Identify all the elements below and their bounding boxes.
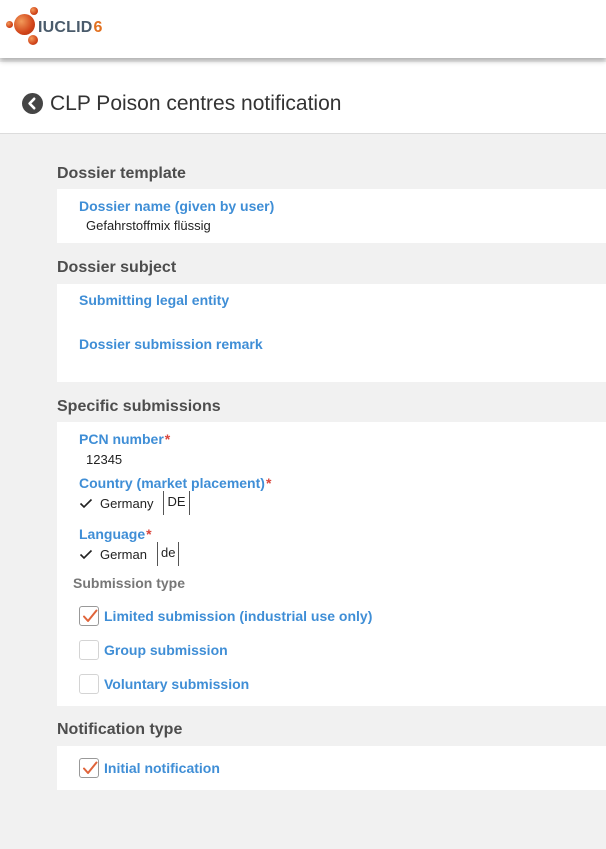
checkbox[interactable]: [79, 606, 99, 626]
country-select[interactable]: Germany DE: [79, 491, 190, 515]
dossier-subject-panel: Submitting legal entity Dossier submissi…: [57, 284, 606, 382]
dossier-template-panel: Dossier name (given by user) Gefahrstoff…: [57, 189, 606, 243]
pcn-number-label: PCN number*: [79, 431, 171, 447]
notification-type-header: Notification type: [57, 721, 183, 738]
notification-type-panel: Initial notification: [57, 746, 606, 790]
logo-dot-large: [14, 14, 35, 35]
voluntary-submission-checkbox[interactable]: Voluntary submission: [79, 674, 249, 694]
required-marker: *: [265, 475, 272, 491]
limited-submission-label: Limited submission (industrial use only): [104, 608, 373, 624]
language-select[interactable]: German de: [79, 542, 180, 566]
app-header: IUCLID6: [0, 0, 606, 58]
specific-submissions-panel: PCN number* 12345 Country (market placem…: [57, 422, 606, 706]
country-value: Germany: [100, 495, 154, 511]
language-value: German: [100, 546, 147, 562]
logo-dot-left: [6, 21, 13, 28]
initial-notification-label: Initial notification: [104, 760, 220, 776]
language-code: de: [156, 542, 180, 566]
dossier-submission-remark-label[interactable]: Dossier submission remark: [79, 336, 263, 352]
checkbox[interactable]: [79, 674, 99, 694]
check-icon: [79, 549, 93, 560]
dossier-subject-header: Dossier subject: [57, 259, 177, 276]
dossier-name-label: Dossier name (given by user): [79, 198, 275, 214]
logo-dot-bottom: [28, 35, 38, 45]
logo-text: IUCLID6: [38, 19, 103, 36]
checkbox[interactable]: [79, 758, 99, 778]
pcn-number-value[interactable]: 12345: [86, 452, 122, 467]
language-label: Language*: [79, 526, 152, 542]
dossier-name-value[interactable]: Gefahrstoffmix flüssig: [86, 218, 211, 233]
initial-notification-checkbox[interactable]: Initial notification: [79, 758, 220, 778]
page-title-bar: CLP Poison centres notification: [0, 62, 606, 134]
group-submission-label: Group submission: [104, 642, 228, 658]
country-code: DE: [163, 491, 190, 515]
check-icon: [79, 498, 93, 509]
page-title: CLP Poison centres notification: [50, 92, 342, 115]
chevron-left-circle-icon: [28, 97, 36, 110]
country-label: Country (market placement)*: [79, 475, 272, 491]
submission-type-label: Submission type: [73, 575, 186, 591]
checkmark-icon: [83, 761, 98, 774]
limited-submission-checkbox[interactable]: Limited submission (industrial use only): [79, 606, 372, 626]
checkbox[interactable]: [79, 640, 99, 660]
group-submission-checkbox[interactable]: Group submission: [79, 640, 228, 660]
required-marker: *: [164, 431, 171, 447]
back-button[interactable]: [22, 93, 43, 114]
specific-submissions-header: Specific submissions: [57, 398, 221, 415]
checkmark-icon: [83, 609, 98, 622]
required-marker: *: [146, 526, 152, 542]
dossier-template-header: Dossier template: [57, 165, 186, 182]
iuclid-logo[interactable]: IUCLID6: [6, 6, 116, 48]
logo-dot-top: [30, 7, 38, 15]
submitting-legal-entity-label[interactable]: Submitting legal entity: [79, 292, 229, 308]
voluntary-submission-label: Voluntary submission: [104, 676, 250, 692]
